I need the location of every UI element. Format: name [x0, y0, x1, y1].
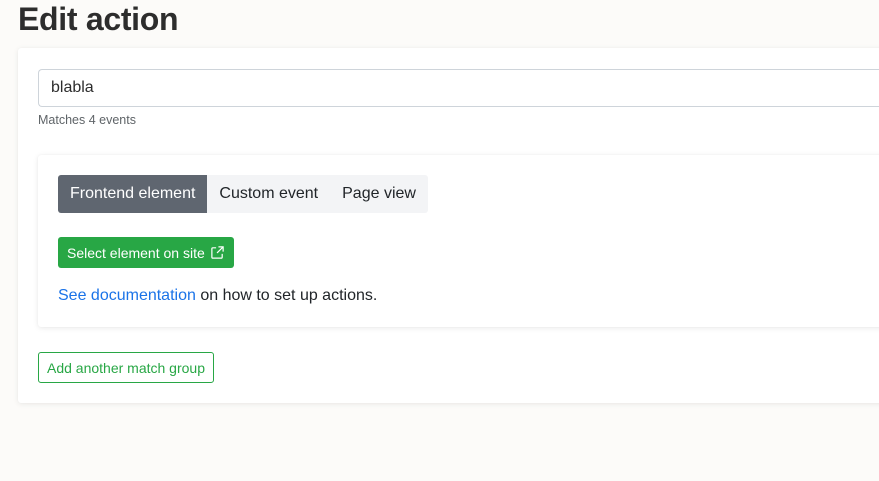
tab-page-view[interactable]: Page view	[330, 175, 428, 213]
tab-frontend-element[interactable]: Frontend element	[58, 175, 208, 213]
documentation-line: See documentation on how to set up actio…	[58, 287, 377, 305]
page-title: Edit action	[18, 1, 179, 37]
action-name-input[interactable]	[38, 69, 879, 107]
match-group-card: Frontend element Custom event Page view …	[38, 155, 879, 327]
see-documentation-link[interactable]: See documentation	[58, 287, 196, 304]
documentation-suffix: on how to set up actions.	[195, 287, 378, 304]
add-match-group-button[interactable]: Add another match group	[38, 352, 214, 383]
match-count-text: Matches 4 events	[38, 113, 136, 127]
select-element-label: Select element on site	[67, 244, 205, 261]
external-link-icon	[211, 246, 224, 259]
select-element-on-site-button[interactable]: Select element on site	[58, 237, 234, 268]
match-type-tabs: Frontend element Custom event Page view	[58, 175, 428, 213]
action-edit-card: Matches 4 events Frontend element Custom…	[18, 48, 879, 403]
tab-custom-event[interactable]: Custom event	[207, 175, 330, 213]
